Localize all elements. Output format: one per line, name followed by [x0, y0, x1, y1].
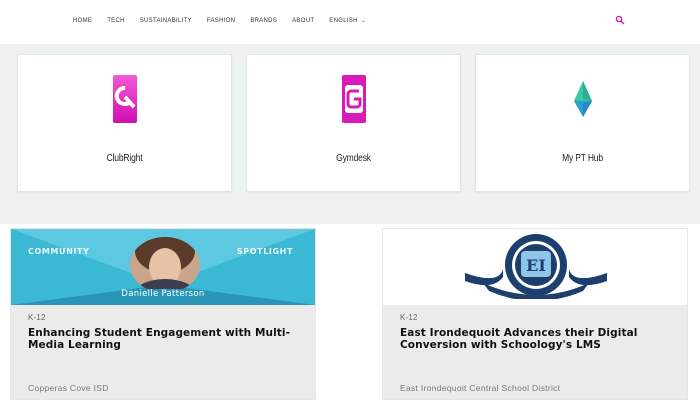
nav-sustainability[interactable]: SUSTAINABILITY	[140, 17, 192, 26]
gymdesk-logo-icon	[341, 75, 366, 123]
app-name: Gymdesk	[336, 153, 371, 164]
article-organization: East Irondequoit Central School District	[400, 383, 561, 393]
svg-text:EI: EI	[526, 256, 546, 275]
article-tag: K-12	[400, 313, 418, 322]
spotlight-person-name: Danielle Patterson	[121, 289, 205, 299]
chevron-down-icon: ⌄	[360, 18, 367, 24]
app-card-mypthub[interactable]: My PT Hub	[475, 54, 690, 192]
article-title[interactable]: Enhancing Student Engagement with Multi-…	[28, 327, 298, 351]
avatar	[130, 237, 200, 289]
banner-left-label: COMMUNITY	[28, 247, 90, 256]
language-label: ENGLISH	[329, 18, 358, 24]
school-seal-logo: EI	[465, 234, 607, 299]
app-card-clubright[interactable]: ClubRight	[17, 54, 232, 192]
app-name: My PT Hub	[562, 153, 603, 164]
nav-brands[interactable]: BRANDS	[250, 17, 277, 26]
apps-section: ClubRight Gymdesk My PT Hub	[0, 44, 700, 224]
language-selector[interactable]: ENGLISH ⌄	[329, 17, 366, 26]
app-card-gymdesk[interactable]: Gymdesk	[246, 54, 461, 192]
search-icon[interactable]	[615, 15, 625, 25]
nav-links: HOME TECH SUSTAINABILITY FASHION BRANDS …	[73, 17, 381, 26]
article-card-east-irondequoit[interactable]: EI K-12 East Irondequoit Advances their …	[382, 228, 688, 400]
article-body: K-12 Enhancing Student Engagement with M…	[11, 305, 315, 399]
article-body: K-12 East Irondequoit Advances their Dig…	[383, 305, 687, 399]
article-title[interactable]: East Irondequoit Advances their Digital …	[400, 327, 670, 351]
banner-right-label: SPOTLIGHT	[236, 247, 293, 256]
nav-about[interactable]: ABOUT	[292, 17, 314, 26]
clubright-logo-icon	[112, 75, 137, 123]
nav-fashion[interactable]: FASHION	[207, 17, 235, 26]
mypthub-logo-icon	[570, 75, 595, 123]
top-navigation: HOME TECH SUSTAINABILITY FASHION BRANDS …	[0, 0, 700, 44]
article-card-student-engagement[interactable]: COMMUNITY SPOTLIGHT Danielle Patterson K…	[10, 228, 316, 400]
article-tag: K-12	[28, 313, 46, 322]
nav-tech[interactable]: TECH	[107, 17, 125, 26]
article-organization: Copperas Cove ISD	[28, 383, 109, 393]
nav-home[interactable]: HOME	[73, 17, 92, 26]
app-name: ClubRight	[106, 153, 143, 164]
